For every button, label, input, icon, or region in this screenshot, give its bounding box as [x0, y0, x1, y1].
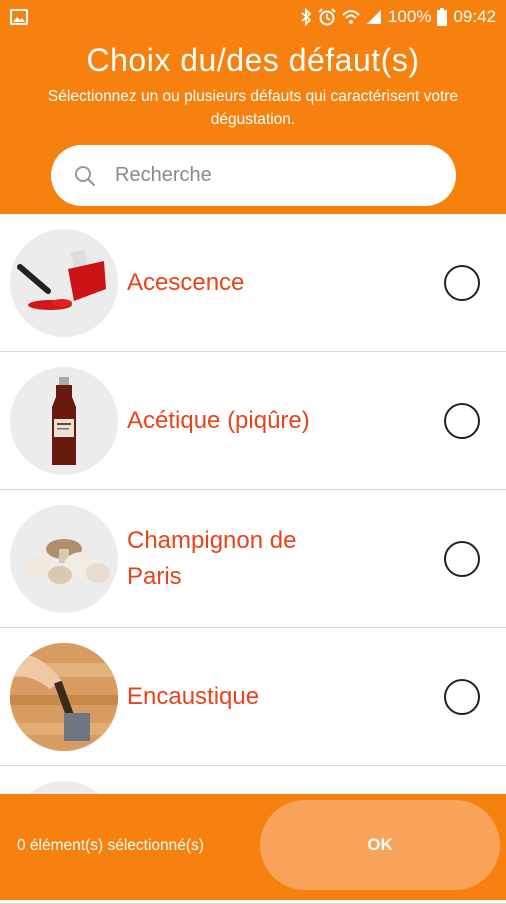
- select-radio[interactable]: [444, 264, 480, 301]
- wifi-icon: [342, 10, 360, 24]
- page-title: Choix du/des défaut(s): [86, 42, 420, 78]
- search-input[interactable]: [113, 163, 417, 188]
- item-label: Champignon de Paris: [127, 526, 297, 590]
- vinegar-bottle-thumbnail: [10, 367, 118, 475]
- mushroom-thumbnail: [10, 505, 118, 613]
- footer-bar: 0 élément(s) sélectionné(s) OK: [0, 794, 506, 900]
- alarm-icon: [318, 8, 336, 26]
- selection-count: 0 élément(s) sélectionné(s): [17, 837, 204, 854]
- gallery-notification-icon: [10, 9, 28, 25]
- clock: 09:42: [453, 7, 496, 26]
- search-icon: [75, 165, 96, 186]
- status-bar: 100% 09:42: [0, 0, 506, 34]
- battery-percent: 100%: [387, 7, 432, 26]
- list-item[interactable]: Champignon de Paris: [0, 490, 506, 628]
- header: Choix du/des défaut(s) Sélectionnez un o…: [0, 34, 506, 214]
- search-bar[interactable]: [51, 145, 456, 206]
- item-label: Encaustique: [127, 682, 260, 710]
- nail-polish-thumbnail: [10, 229, 118, 337]
- page-subtitle: Sélectionnez un ou plusieurs défauts qui…: [47, 88, 459, 128]
- select-radio[interactable]: [444, 402, 480, 439]
- select-radio[interactable]: [444, 678, 480, 715]
- wood-varnish-thumbnail: [10, 643, 118, 751]
- battery-icon: [437, 8, 448, 26]
- item-label: Acétique (piqûre): [127, 406, 310, 434]
- item-label: Acescence: [127, 268, 245, 296]
- ok-button[interactable]: OK: [260, 800, 500, 890]
- select-radio[interactable]: [444, 540, 480, 577]
- list-item[interactable]: Acescence: [0, 214, 506, 352]
- list-item[interactable]: Encaustique: [0, 628, 506, 766]
- list-item[interactable]: Acétique (piqûre): [0, 352, 506, 490]
- bluetooth-icon: [301, 8, 312, 26]
- signal-icon: [366, 10, 381, 24]
